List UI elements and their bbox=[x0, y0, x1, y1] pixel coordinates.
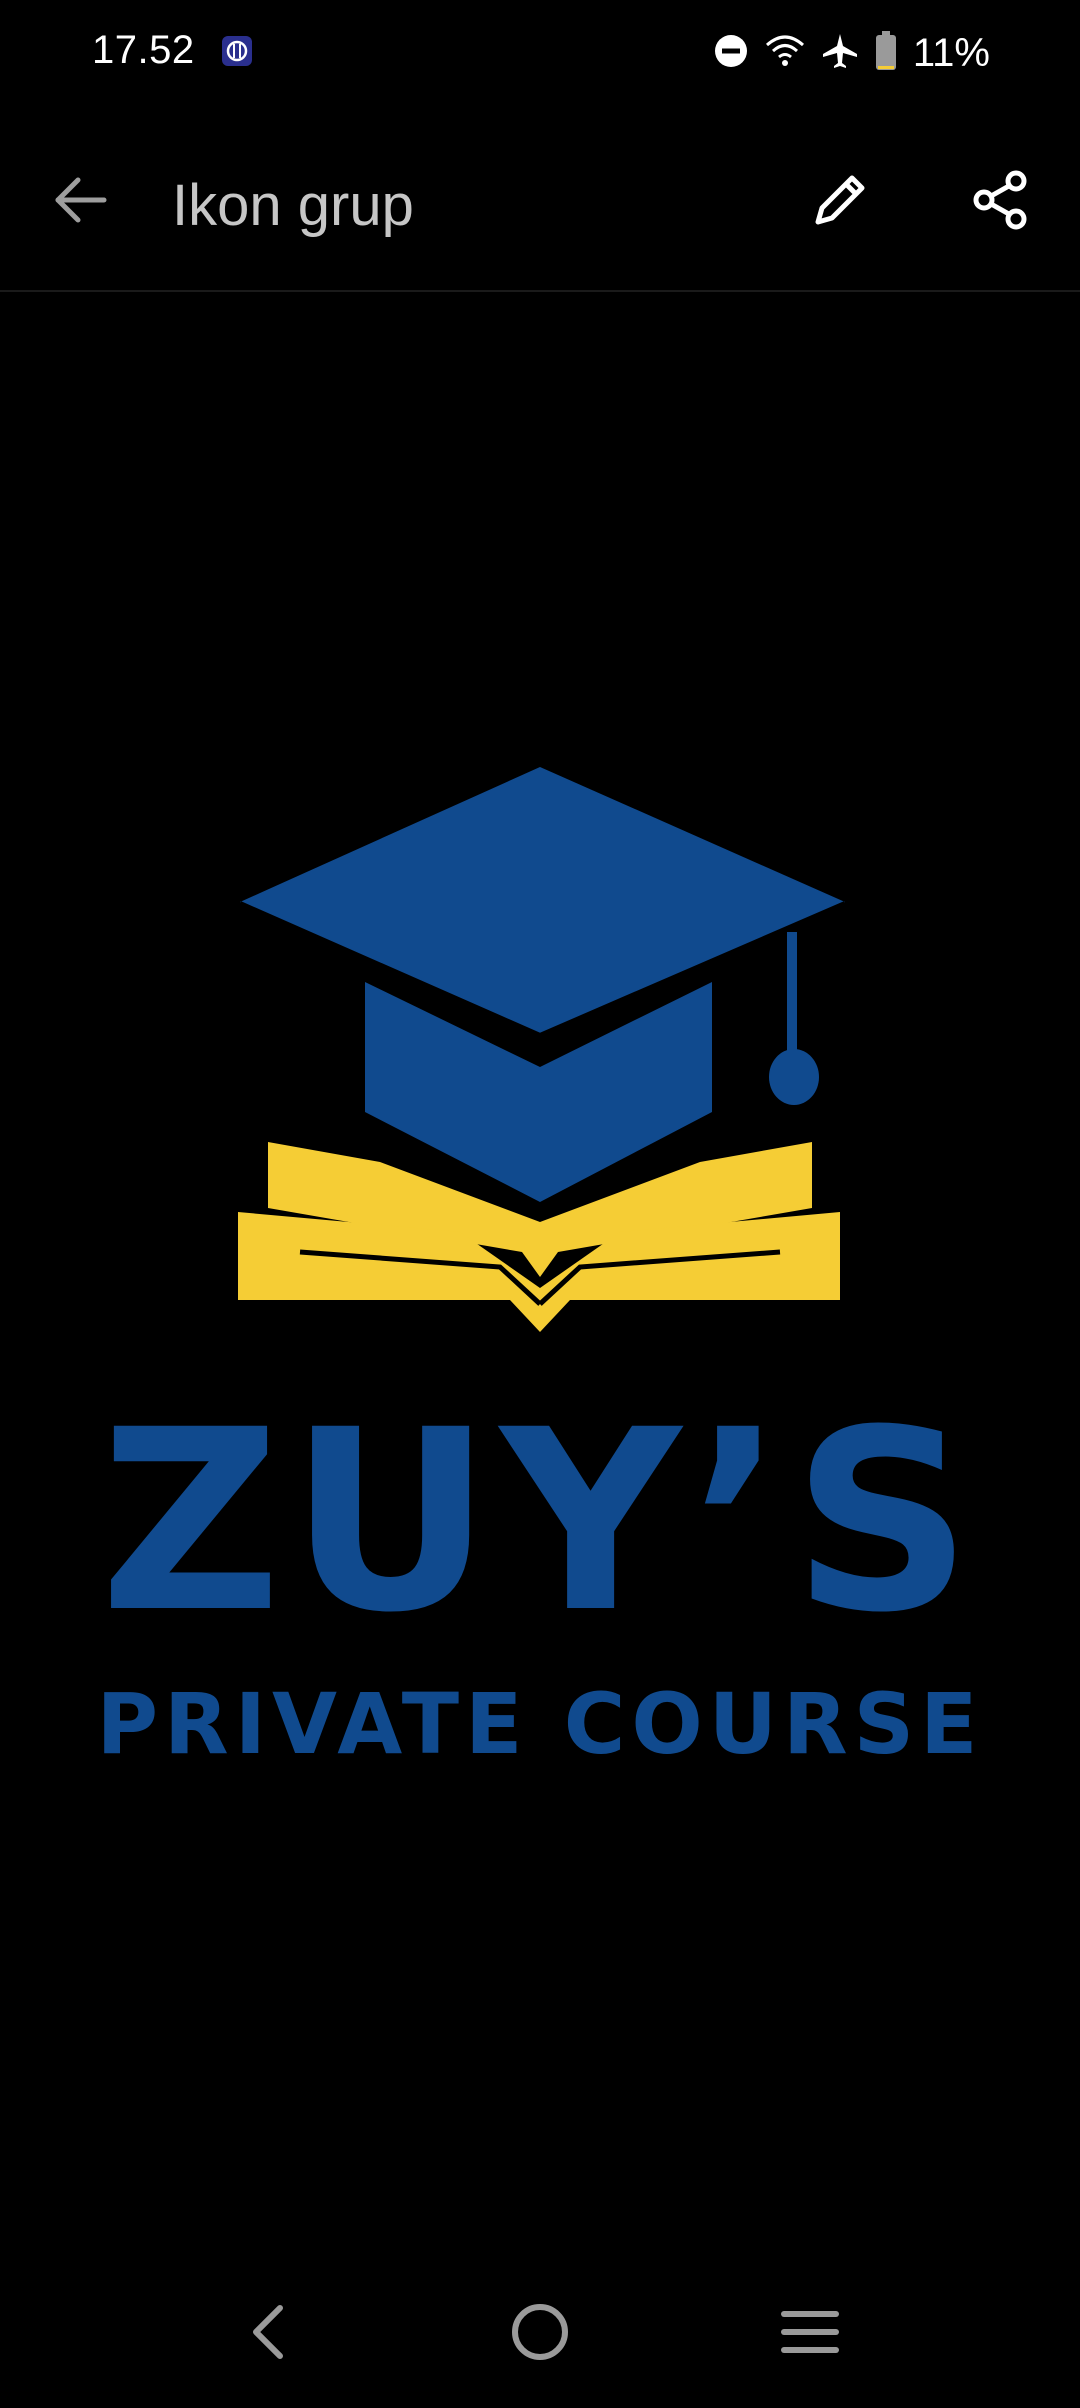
status-icons: 11% bbox=[713, 28, 990, 78]
status-bar: 17.52 11% bbox=[0, 0, 1080, 110]
app-notification-icon bbox=[222, 36, 252, 66]
battery-icon bbox=[875, 30, 897, 76]
battery-percent: 11% bbox=[912, 30, 990, 75]
airplane-mode-icon bbox=[821, 32, 859, 75]
nav-home-button[interactable] bbox=[490, 2282, 590, 2382]
nav-recents-button[interactable] bbox=[760, 2282, 860, 2382]
nav-back-button[interactable] bbox=[220, 2282, 320, 2382]
do-not-disturb-icon bbox=[713, 33, 749, 74]
navigation-bar bbox=[0, 2262, 1080, 2408]
page-title: Ikon grup bbox=[172, 173, 414, 238]
share-icon bbox=[973, 170, 1027, 230]
wifi-icon bbox=[765, 33, 805, 74]
nav-home-icon bbox=[512, 2304, 568, 2360]
edit-button[interactable] bbox=[800, 160, 880, 240]
status-time: 17.52 bbox=[92, 28, 195, 72]
back-button[interactable] bbox=[40, 160, 120, 240]
logo-subtitle: PRIVATE COURSE bbox=[96, 1675, 984, 1773]
app-bar: Ikon grup bbox=[0, 120, 1080, 292]
share-button[interactable] bbox=[960, 160, 1040, 240]
group-icon-image: ZUY’S PRIVATE COURSE bbox=[0, 292, 1080, 2262]
pencil-icon bbox=[815, 175, 865, 225]
graduation-cap-icon bbox=[238, 767, 847, 1202]
arrow-left-icon bbox=[55, 177, 107, 223]
logo-title: ZUY’S bbox=[99, 1376, 981, 1667]
graduation-cap-book-logo bbox=[238, 767, 847, 1332]
nav-back-icon bbox=[253, 2305, 283, 2359]
nav-recents-icon bbox=[781, 2311, 839, 2353]
